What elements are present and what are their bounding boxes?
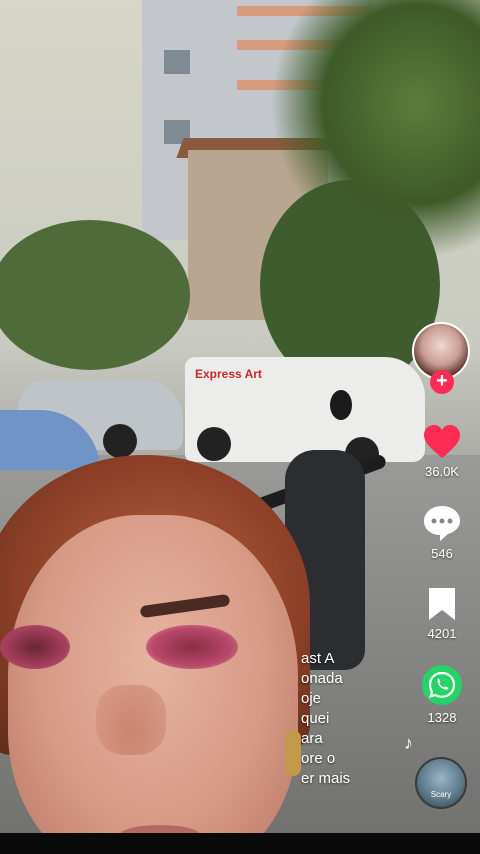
music-disc[interactable]: Scary	[415, 757, 467, 809]
heart-icon	[424, 425, 460, 458]
caption-line: ore o	[301, 750, 336, 767]
like-count: 36.0K	[425, 464, 459, 479]
palm-tree	[270, 0, 480, 260]
caption-line: ara	[301, 730, 323, 747]
video-caption[interactable]: ast A onada oje quei ara ore o er mais	[301, 649, 411, 789]
caption-line: quei	[301, 710, 330, 727]
share-count: 1328	[427, 710, 457, 725]
comment-button[interactable]: 546	[410, 504, 474, 561]
bottom-bar	[0, 833, 480, 854]
follow-button[interactable]: +	[430, 370, 454, 394]
caption-line: onada	[301, 670, 343, 687]
caption-line: er mais	[301, 770, 351, 787]
share-button[interactable]: 1328	[410, 664, 474, 725]
bookmark-count: 4201	[427, 626, 457, 641]
like-button[interactable]: 36.0K	[410, 424, 474, 479]
caption-line: oje	[301, 690, 322, 707]
whatsapp-icon	[422, 665, 462, 705]
creator-face	[0, 455, 310, 854]
comment-count: 546	[431, 546, 453, 561]
caption-line: ast A	[301, 650, 335, 667]
bookmark-icon	[429, 588, 455, 620]
music-disc-label: Scary	[430, 790, 452, 799]
van-logo: Express Art	[195, 367, 262, 381]
comment-icon	[424, 506, 460, 541]
bookmark-button[interactable]: 4201	[410, 586, 474, 641]
music-note-icon: ♪	[404, 733, 413, 753]
